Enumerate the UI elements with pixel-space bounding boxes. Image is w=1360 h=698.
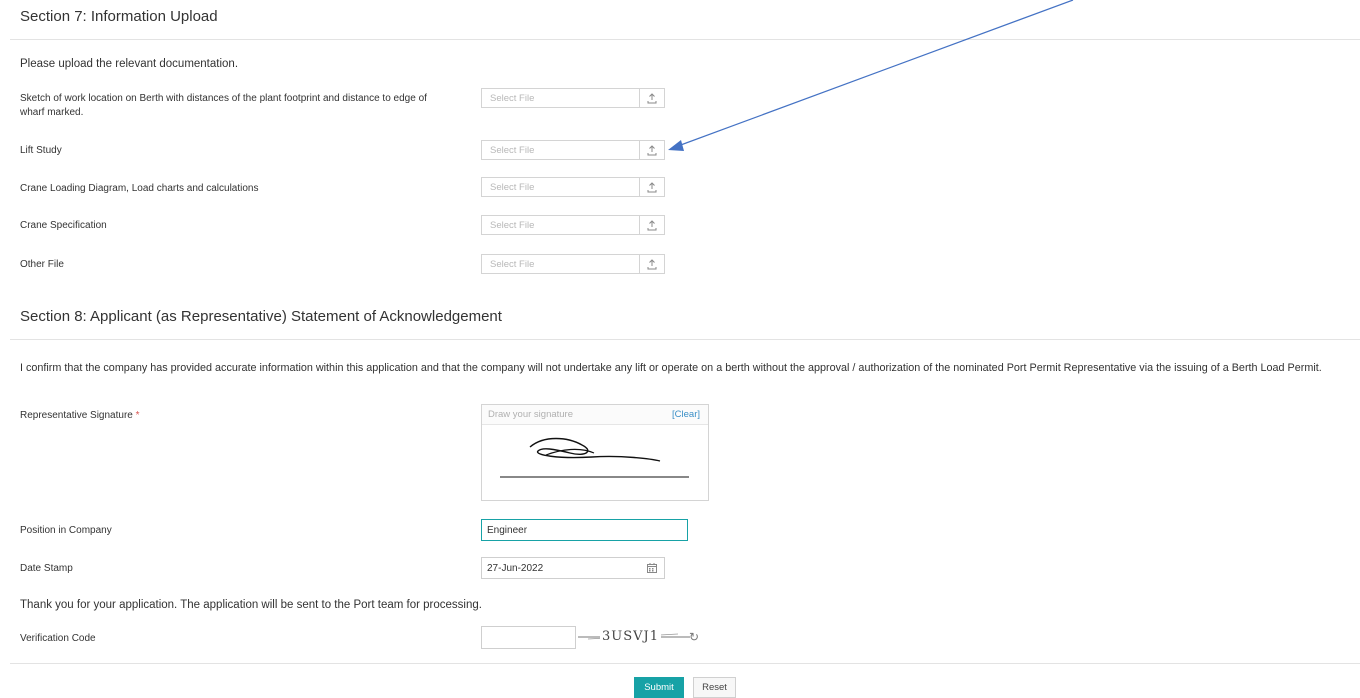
annotation-arrow [668, 0, 1074, 151]
signature-label-text: Representative Signature [20, 410, 133, 421]
section8-title: Section 8: Applicant (as Representative)… [20, 308, 502, 325]
field-label-other-file: Other File [20, 259, 64, 270]
refresh-icon[interactable]: ↻ [689, 630, 699, 644]
upload-icon[interactable] [639, 255, 664, 273]
signature-label: Representative Signature * [20, 409, 140, 423]
clear-signature-link[interactable]: [Clear] [672, 409, 700, 420]
signature-placeholder: Draw your signature [488, 409, 574, 420]
signature-pad[interactable]: Draw your signature [Clear] [481, 404, 709, 501]
file-input-crane-spec[interactable]: Select File [481, 215, 665, 235]
verification-input[interactable] [481, 626, 576, 649]
captcha-image: 3USVJ1 [578, 627, 690, 647]
section7-intro: Please upload the relevant documentation… [20, 58, 239, 70]
signature-drawing [500, 437, 689, 478]
acknowledgement-statement: I confirm that the company has provided … [20, 362, 1322, 374]
file-placeholder: Select File [490, 259, 535, 270]
field-label-crane-loading: Crane Loading Diagram, Load charts and c… [20, 183, 259, 194]
position-label: Position in Company [20, 525, 112, 536]
signature-header: Draw your signature [Clear] [482, 405, 708, 425]
submit-button[interactable]: Submit [634, 677, 684, 698]
date-input[interactable]: 27-Jun-2022 [481, 557, 665, 579]
file-input-other-file[interactable]: Select File [481, 254, 665, 274]
file-placeholder: Select File [490, 182, 535, 193]
file-input-sketch[interactable]: Select File [481, 88, 665, 108]
upload-icon[interactable] [639, 178, 664, 196]
section7-title: Section 7: Information Upload [20, 8, 218, 25]
file-placeholder: Select File [490, 93, 535, 104]
thank-you-message: Thank you for your application. The appl… [20, 599, 482, 611]
file-placeholder: Select File [490, 220, 535, 231]
date-value: 27-Jun-2022 [487, 563, 544, 574]
verification-label: Verification Code [20, 633, 96, 644]
field-label-lift-study: Lift Study [20, 145, 62, 156]
reset-button[interactable]: Reset [693, 677, 736, 698]
divider [10, 663, 1360, 664]
file-input-crane-loading[interactable]: Select File [481, 177, 665, 197]
captcha-text: 3USVJ1 [600, 629, 662, 644]
file-placeholder: Select File [490, 145, 535, 156]
upload-icon[interactable] [639, 216, 664, 234]
position-input[interactable] [481, 519, 688, 541]
date-label: Date Stamp [20, 563, 73, 574]
divider [10, 339, 1360, 340]
calendar-icon[interactable] [640, 558, 664, 578]
field-label-sketch: Sketch of work location on Berth with di… [20, 93, 427, 118]
field-label-crane-spec: Crane Specification [20, 220, 107, 231]
required-mark: * [135, 410, 140, 421]
file-input-lift-study[interactable]: Select File [481, 140, 665, 160]
